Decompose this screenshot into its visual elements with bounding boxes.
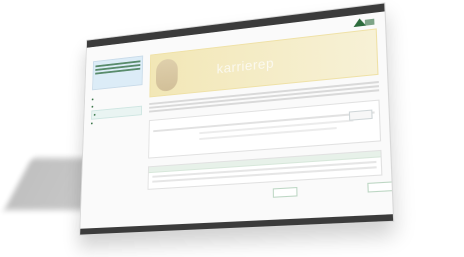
sidebar-highlight-box: [92, 55, 144, 91]
hero-text: karrierep: [216, 54, 275, 77]
screenshot-frame: karrierep: [0, 0, 464, 257]
panel-line: [199, 127, 337, 141]
bullet-icon: [91, 98, 94, 101]
panel-tag[interactable]: [348, 109, 373, 121]
hero-photo: [155, 57, 178, 93]
company-logo: [351, 14, 377, 29]
footer-button[interactable]: [367, 181, 395, 193]
bullet-icon: [90, 122, 93, 125]
web-page: karrierep: [79, 2, 395, 236]
bullet-icon: [91, 105, 94, 108]
sidebar-list: [90, 91, 143, 128]
page-content: karrierep: [80, 27, 395, 234]
bullet-icon: [93, 113, 96, 116]
page-perspective: karrierep: [79, 2, 395, 236]
logo-mark-icon: [353, 17, 375, 28]
footer-button[interactable]: [272, 186, 298, 198]
left-sidebar: [87, 55, 144, 224]
